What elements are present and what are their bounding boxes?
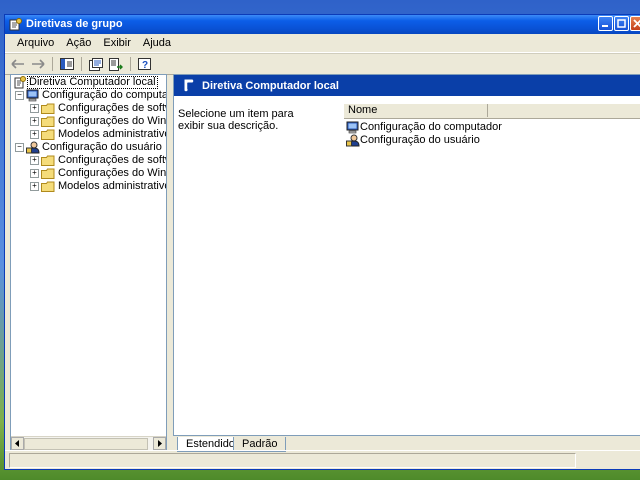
properties-icon xyxy=(89,57,103,71)
list-item-label: Configuração do computador xyxy=(360,121,502,133)
close-icon xyxy=(633,19,640,28)
computer-icon xyxy=(26,89,39,102)
console-tree[interactable]: Diretiva Computador local − Configuração… xyxy=(10,74,167,451)
tree-item-computer-admin-templates[interactable]: + Modelos administrativos xyxy=(11,128,166,141)
menu-arquivo[interactable]: Arquivo xyxy=(11,37,60,49)
tree-item-label: Configuração do computador xyxy=(42,89,166,101)
computer-icon xyxy=(346,121,359,134)
forward-button[interactable] xyxy=(29,56,47,72)
tree-root-label: Diretiva Computador local xyxy=(27,76,158,89)
folder-icon xyxy=(41,116,55,127)
scroll-right-button[interactable] xyxy=(153,437,166,450)
export-list-button[interactable] xyxy=(107,56,125,72)
tree-item-label: Configurações do Windows xyxy=(58,167,167,179)
help-icon: ? xyxy=(138,57,151,71)
policy-scroll-icon xyxy=(14,76,26,89)
maximize-icon xyxy=(617,19,626,28)
title-bar[interactable]: Diretivas de grupo xyxy=(5,15,640,34)
menu-ajuda[interactable]: Ajuda xyxy=(137,37,177,49)
forward-arrow-icon xyxy=(32,59,45,69)
tree-item-computer-windows[interactable]: + Configurações do Windows xyxy=(11,115,166,128)
scrollbar-thumb[interactable] xyxy=(24,438,148,450)
expand-icon[interactable]: + xyxy=(30,117,39,126)
toolbar: ? xyxy=(5,53,640,75)
svg-text:?: ? xyxy=(142,60,148,71)
tree-item-user-admin-templates[interactable]: + Modelos administrativos xyxy=(11,180,166,193)
expand-icon[interactable]: + xyxy=(30,182,39,191)
collapse-icon[interactable]: − xyxy=(15,91,24,100)
expand-icon[interactable]: + xyxy=(30,169,39,178)
tree-item-label: Configurações do Windows xyxy=(58,115,167,127)
toolbar-separator xyxy=(52,57,53,71)
menu-exibir[interactable]: Exibir xyxy=(97,37,137,49)
close-button[interactable] xyxy=(630,16,640,31)
tree-horizontal-scrollbar[interactable] xyxy=(11,436,166,450)
collapse-icon[interactable]: − xyxy=(15,143,24,152)
back-arrow-icon xyxy=(11,59,24,69)
folder-icon xyxy=(41,129,55,140)
details-header: Diretiva Computador local xyxy=(174,75,640,96)
menu-acao[interactable]: Ação xyxy=(60,37,97,49)
details-header-title: Diretiva Computador local xyxy=(202,80,339,92)
group-policy-window: Diretivas de grupo Arquivo Ação Exibir A… xyxy=(4,14,640,470)
status-cell xyxy=(9,453,576,468)
minimize-icon xyxy=(602,25,608,27)
arrow-right-icon xyxy=(158,440,162,447)
toolbar-separator xyxy=(81,57,82,71)
column-header-nome[interactable]: Nome xyxy=(344,104,488,117)
tree-item-computer-software[interactable]: + Configurações de software xyxy=(11,102,166,115)
status-bar xyxy=(5,450,640,469)
toolbar-separator xyxy=(130,57,131,71)
tree-item-label: Configuração do usuário xyxy=(42,141,162,153)
expand-icon[interactable]: + xyxy=(30,130,39,139)
window-title: Diretivas de grupo xyxy=(26,18,123,30)
folder-icon xyxy=(41,181,55,192)
help-button[interactable]: ? xyxy=(136,56,154,72)
expand-icon[interactable]: + xyxy=(30,104,39,113)
minimize-button[interactable] xyxy=(598,16,613,31)
column-header-empty[interactable] xyxy=(488,104,640,117)
tree-item-computer-config[interactable]: − Configuração do computador xyxy=(11,89,166,102)
user-icon xyxy=(346,134,360,147)
expand-icon[interactable]: + xyxy=(30,156,39,165)
menu-bar: Arquivo Ação Exibir Ajuda xyxy=(5,34,640,53)
tree-item-label: Modelos administrativos xyxy=(58,180,167,192)
tree-item-label: Modelos administrativos xyxy=(58,128,167,140)
back-button[interactable] xyxy=(9,56,27,72)
maximize-button[interactable] xyxy=(614,16,629,31)
tree-item-user-windows[interactable]: + Configurações do Windows xyxy=(11,167,166,180)
scroll-left-button[interactable] xyxy=(11,437,24,450)
show-hide-tree-button[interactable] xyxy=(58,56,76,72)
policy-app-icon xyxy=(9,18,22,31)
arrow-left-icon xyxy=(15,440,19,447)
details-pane: Diretiva Computador local Selecione um i… xyxy=(173,74,640,436)
policy-scroll-icon xyxy=(184,79,194,92)
list-header: Nome xyxy=(344,104,640,119)
properties-button[interactable] xyxy=(87,56,105,72)
tree-item-user-software[interactable]: + Configurações de software xyxy=(11,154,166,167)
user-icon xyxy=(26,141,40,154)
description-text: Selecione um item para exibir sua descri… xyxy=(178,108,294,132)
folder-icon xyxy=(41,168,55,179)
list-item-label: Configuração do usuário xyxy=(360,134,480,146)
tree-item-label: Configurações de software xyxy=(58,154,166,166)
folder-icon xyxy=(41,103,55,114)
tree-item-label: Configurações de software xyxy=(58,102,166,114)
tree-item-user-config[interactable]: − Configuração do usuário xyxy=(11,141,166,154)
export-list-icon xyxy=(109,57,123,71)
folder-icon xyxy=(41,155,55,166)
console-tree-icon xyxy=(60,58,74,70)
